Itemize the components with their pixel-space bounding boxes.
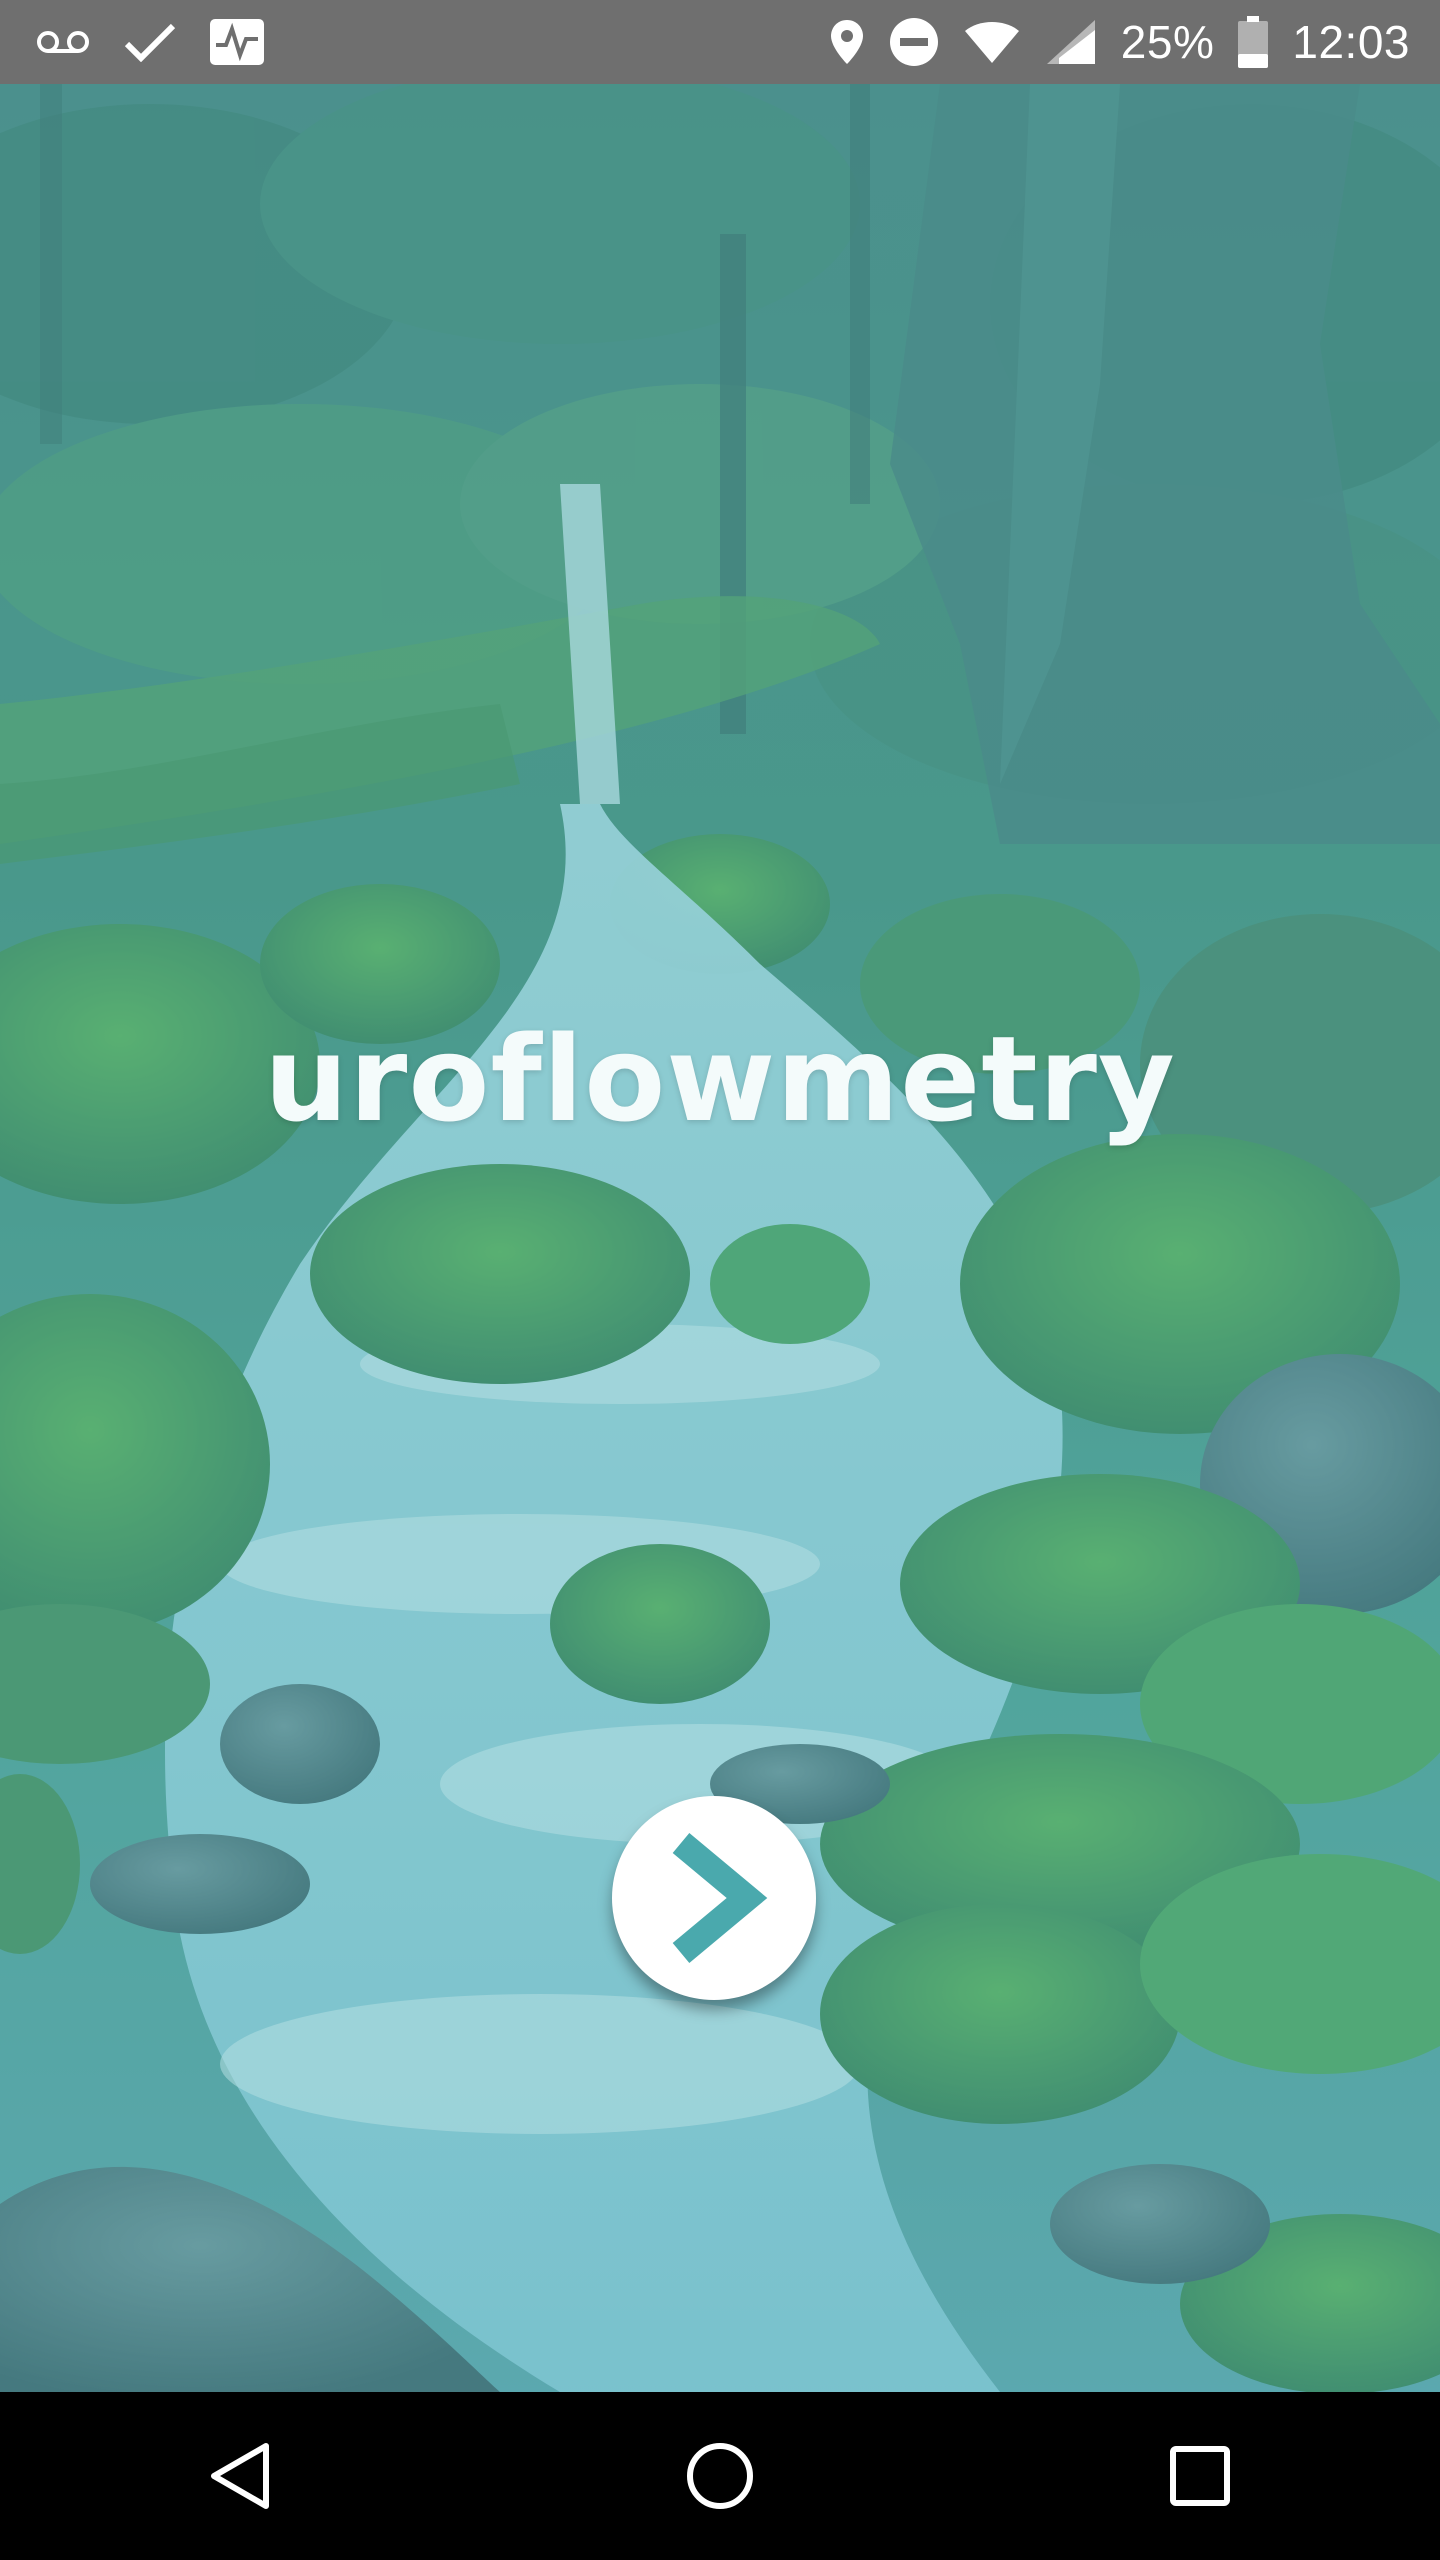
location-icon	[829, 18, 865, 66]
check-icon	[124, 22, 176, 62]
back-icon	[211, 2443, 269, 2509]
activity-icon	[210, 19, 264, 65]
home-button[interactable]	[630, 2392, 810, 2560]
status-bar: 25% 12:03	[0, 0, 1440, 84]
navigation-bar	[0, 2392, 1440, 2560]
recents-icon	[1170, 2446, 1230, 2506]
forest-waterfall-background	[0, 84, 1440, 2392]
voicemail-icon	[36, 27, 90, 57]
cellular-icon	[1045, 18, 1097, 66]
battery-icon	[1238, 16, 1269, 68]
status-time: 12:03	[1292, 16, 1410, 68]
wifi-icon	[963, 19, 1021, 65]
app-title: uroflowmetry	[264, 1010, 1176, 1148]
do-not-disturb-icon	[889, 17, 939, 67]
splash-screen: 25% 12:03 uroflowmetry	[0, 0, 1440, 2560]
status-system: 25% 12:03	[805, 0, 1410, 84]
status-notifications	[36, 0, 298, 84]
next-button[interactable]	[612, 1796, 816, 2000]
home-icon	[687, 2443, 753, 2509]
back-button[interactable]	[150, 2392, 330, 2560]
recents-button[interactable]	[1110, 2392, 1290, 2560]
battery-percent: 25%	[1120, 16, 1215, 68]
chevron-right-icon	[672, 1833, 768, 1963]
